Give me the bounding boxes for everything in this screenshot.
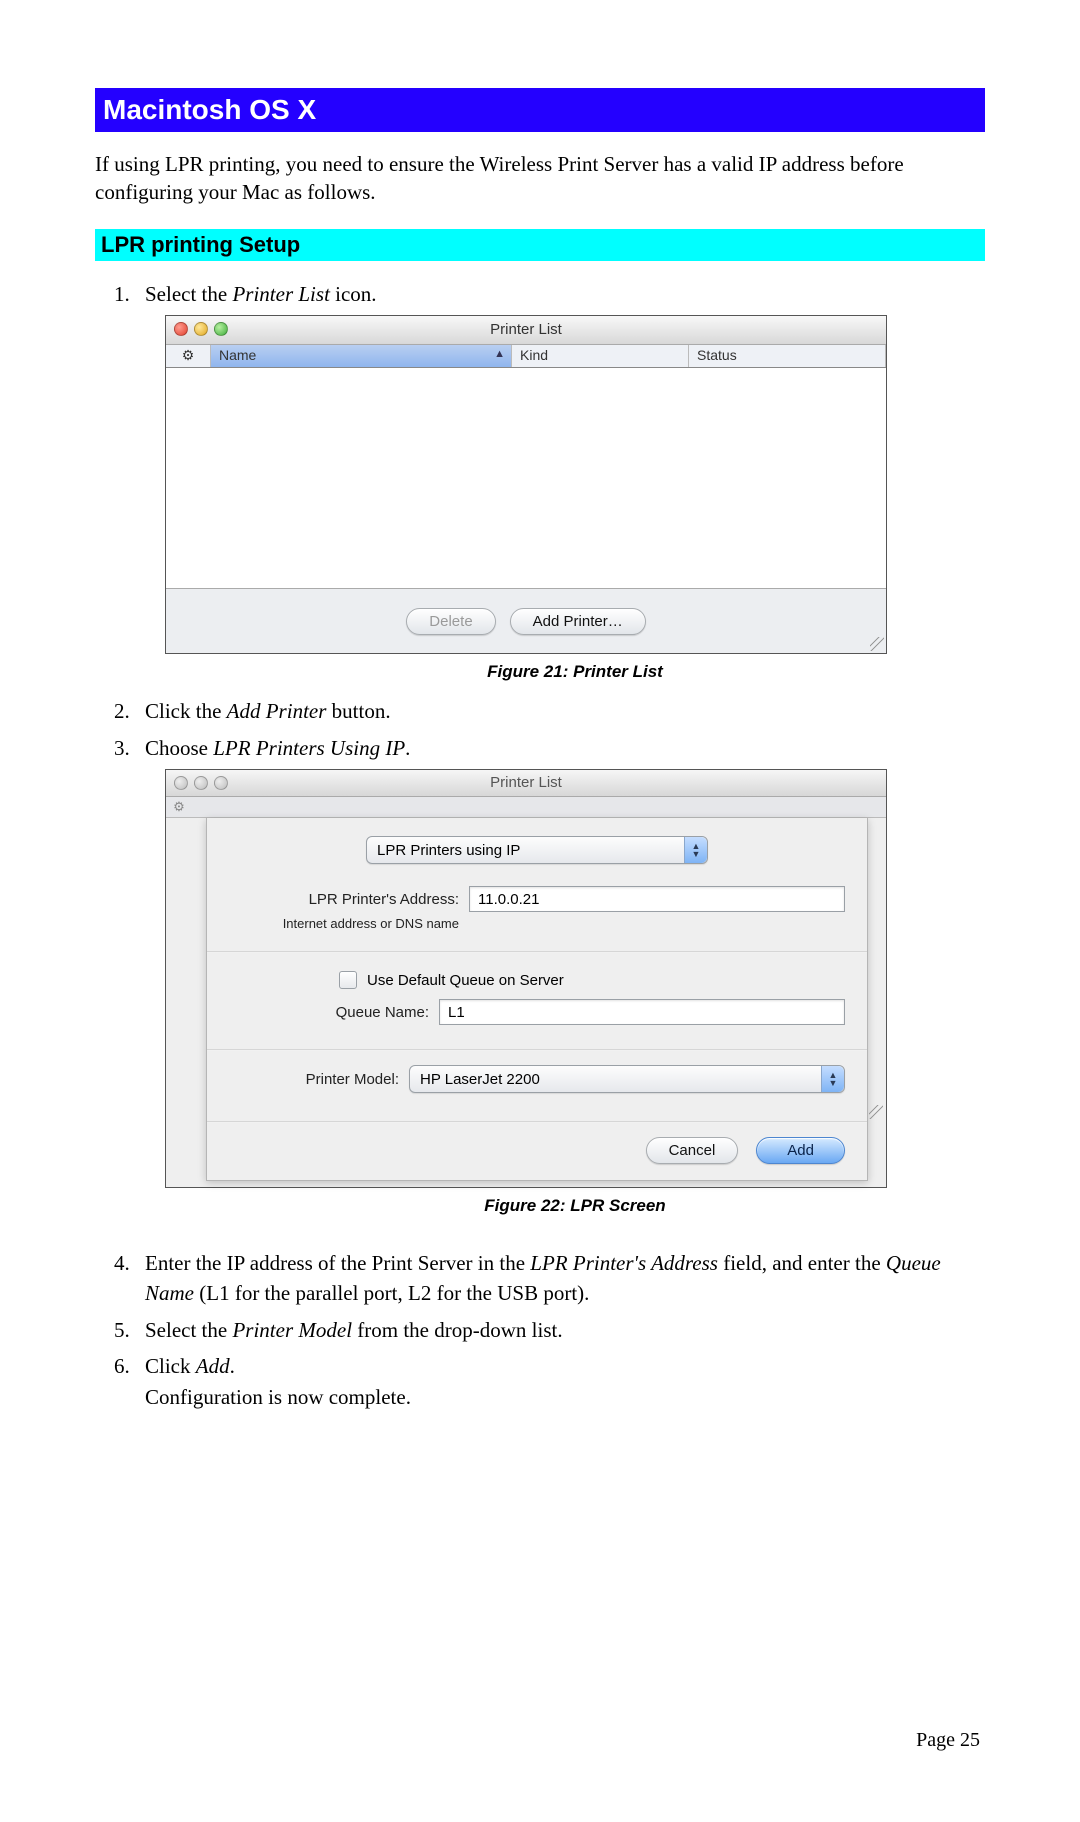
address-label: LPR Printer's Address: xyxy=(229,891,469,908)
address-input[interactable]: 11.0.0.21 xyxy=(469,886,845,912)
connection-type-dropdown[interactable]: LPR Printers using IP ▲▼ xyxy=(366,836,708,864)
minimize-icon xyxy=(194,776,208,790)
printer-list-window: Printer List ⚙ Name▲ Kind Status Delete … xyxy=(165,315,887,654)
resize-grip-icon[interactable] xyxy=(869,1105,883,1119)
address-hint: Internet address or DNS name xyxy=(229,916,469,931)
column-name[interactable]: Name▲ xyxy=(211,345,512,367)
window-titlebar: Printer List xyxy=(166,770,886,797)
add-printer-button[interactable]: Add Printer… xyxy=(510,608,646,635)
figure-21-caption: Figure 21: Printer List xyxy=(165,662,985,682)
intro-paragraph: If using LPR printing, you need to ensur… xyxy=(95,150,985,207)
lpr-sheet: LPR Printers using IP ▲▼ LPR Printer's A… xyxy=(206,818,868,1181)
use-default-queue-label: Use Default Queue on Server xyxy=(367,972,564,989)
close-icon xyxy=(174,776,188,790)
column-headers: ⚙ Name▲ Kind Status xyxy=(166,345,886,368)
zoom-icon xyxy=(214,776,228,790)
printer-list-body xyxy=(166,368,886,589)
lpr-dialog-window: Printer List ⚙ LPR Printers using IP ▲▼ … xyxy=(165,769,887,1188)
column-status[interactable]: Status xyxy=(689,345,886,367)
cancel-button[interactable]: Cancel xyxy=(646,1137,739,1164)
printer-model-dropdown[interactable]: HP LaserJet 2200 ▲▼ xyxy=(409,1065,845,1093)
gear-icon: ⚙ xyxy=(166,797,192,815)
close-icon[interactable] xyxy=(174,322,188,336)
resize-grip-icon[interactable] xyxy=(870,637,884,651)
gear-icon[interactable]: ⚙ xyxy=(166,345,211,367)
figure-22-caption: Figure 22: LPR Screen xyxy=(165,1196,985,1216)
minimize-icon[interactable] xyxy=(194,322,208,336)
window-title-text: Printer List xyxy=(490,774,562,791)
window-title-text: Printer List xyxy=(490,321,562,338)
step-1: Select the Printer List icon. xyxy=(135,279,985,309)
queue-name-input[interactable]: L1 xyxy=(439,999,845,1025)
printer-model-label: Printer Model: xyxy=(229,1071,409,1088)
heading-macintosh: Macintosh OS X xyxy=(95,88,985,132)
page-number: Page 25 xyxy=(916,1729,980,1752)
step-2: Click the Add Printer button. xyxy=(135,696,985,726)
chevron-updown-icon: ▲▼ xyxy=(821,1066,844,1092)
chevron-updown-icon: ▲▼ xyxy=(684,837,707,863)
column-kind[interactable]: Kind xyxy=(512,345,689,367)
step-3: Choose LPR Printers Using IP. xyxy=(135,733,985,763)
window-titlebar: Printer List xyxy=(166,316,886,345)
delete-button[interactable]: Delete xyxy=(406,608,495,635)
step-6: Click Add. Configuration is now complete… xyxy=(135,1351,985,1412)
heading-lpr-setup: LPR printing Setup xyxy=(95,229,985,261)
add-button[interactable]: Add xyxy=(756,1137,845,1164)
zoom-icon[interactable] xyxy=(214,322,228,336)
use-default-queue-checkbox[interactable] xyxy=(339,971,357,989)
sort-icon: ▲ xyxy=(494,348,505,360)
step-5: Select the Printer Model from the drop-d… xyxy=(135,1315,985,1345)
queue-name-label: Queue Name: xyxy=(229,1004,439,1021)
step-4: Enter the IP address of the Print Server… xyxy=(135,1248,985,1309)
